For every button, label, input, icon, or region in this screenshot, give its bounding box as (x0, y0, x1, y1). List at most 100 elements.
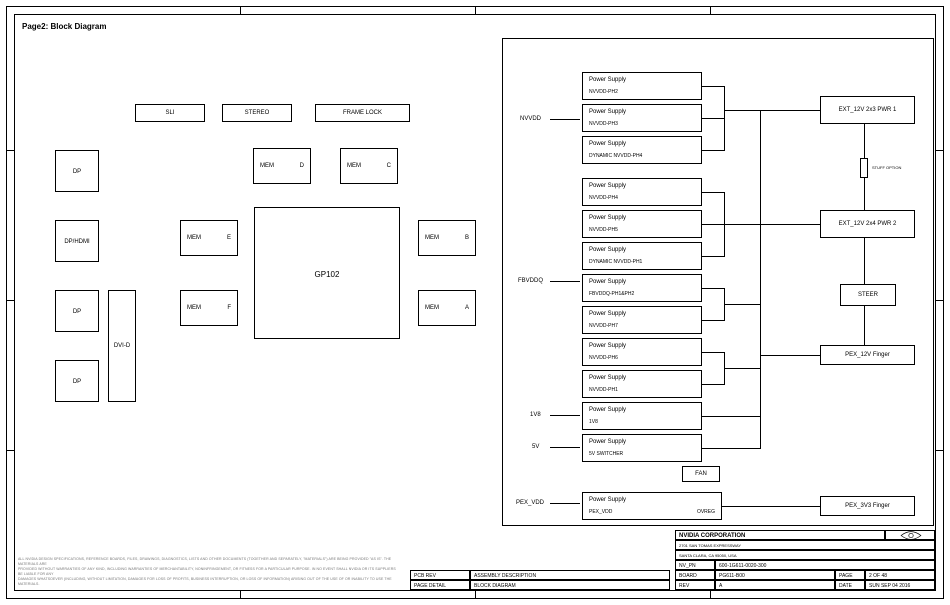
wire (702, 118, 724, 119)
ps-title: Power Supply (589, 497, 626, 503)
ext2-label: EXT_12V 2x4 PWR 2 (821, 221, 914, 227)
port-dp-3: DP (55, 360, 99, 402)
rail-pexvdd: PEX_VDD (516, 500, 544, 506)
ext1-label: EXT_12V 2x3 PWR 1 (821, 107, 914, 113)
mem-r: E (227, 235, 231, 241)
tb-addr: 2701 SAN TOMAS EXPRESSWAY (675, 540, 935, 550)
border-tick (6, 450, 14, 451)
ps-title: Power Supply (589, 141, 626, 147)
wire (702, 192, 724, 193)
mem-l: MEM (260, 163, 274, 169)
atb-asm-v: ASSEMBLY DESCRIPTION (470, 570, 670, 580)
ps-7: Power Supply NVVDD-PH7 (582, 306, 702, 334)
ps-sub: NVVDD-PH5 (589, 227, 618, 233)
block-label: FRAME LOCK (316, 110, 409, 116)
stuff-option-label: STUFF OPTION (872, 165, 901, 170)
port-label: DP (56, 309, 98, 315)
tb-pg-l: PAGE (835, 570, 865, 580)
steer-label: STEER (841, 292, 895, 298)
ps-sub: DYNAMIC NVVDD-PH4 (589, 153, 642, 159)
wire (724, 110, 784, 111)
rail-1v8: 1V8 (530, 412, 541, 418)
block-sli: SLI (135, 104, 205, 122)
ps-sub: NVVDD-PH7 (589, 323, 618, 329)
border-tick (475, 6, 476, 14)
rail-nvvdd: NVVDD (520, 116, 541, 122)
block-stereo: STEREO (222, 104, 292, 122)
mem-l: MEM (425, 305, 439, 311)
block-mem-c: MEM C (340, 148, 398, 184)
ps-title: Power Supply (589, 215, 626, 221)
tb-company: NVIDIA CORPORATION (675, 530, 885, 540)
tb-date-l: DATE (835, 580, 865, 590)
block-fan: FAN (682, 466, 720, 482)
block-mem-e: MEM E (180, 220, 238, 256)
ps-3: Power Supply NVVDD-PH4 (582, 178, 702, 206)
wire (864, 306, 865, 345)
mem-r: B (465, 235, 469, 241)
disclaimer-line: PROVIDED WITHOUT WARRANTIES OF ANY KIND,… (18, 567, 398, 577)
ps-title: Power Supply (589, 439, 626, 445)
ps-sub: FBVDDQ-PH1&PH2 (589, 291, 634, 297)
border-tick (6, 300, 14, 301)
ps-9: Power Supply NVVDD-PH1 (582, 370, 702, 398)
block-stuff-option (860, 158, 868, 178)
ps-title: Power Supply (589, 407, 626, 413)
mem-l: MEM (187, 305, 201, 311)
aux-title-block: PCB REV ASSEMBLY DESCRIPTION PAGE DETAIL… (410, 570, 670, 590)
tb-date-v: SUN SEP 04 2016 (865, 580, 935, 590)
nvidia-logo-icon (890, 530, 932, 540)
rail-tick (550, 447, 580, 448)
port-dp-hdmi: DP/HDMI (55, 220, 99, 262)
port-dp-0: DP (55, 150, 99, 192)
rail-tick (550, 119, 580, 120)
ps-sub: 1V8 (589, 419, 598, 425)
wire (702, 416, 760, 417)
port-label: DP (56, 169, 98, 175)
sheet: Page2: Block Diagram DP DP/HDMI DP DP DV… (0, 0, 950, 605)
pex12v-label: PEX_12V Finger (821, 352, 914, 358)
ps-title: Power Supply (589, 343, 626, 349)
wire (724, 224, 820, 225)
ps-title: Power Supply (589, 77, 626, 83)
mem-l: MEM (425, 235, 439, 241)
mem-r: F (227, 305, 231, 311)
page-title: Page2: Block Diagram (22, 22, 106, 31)
wire (784, 110, 820, 111)
tb-nvpn-v: 600-1G611-0020-300 (715, 560, 935, 570)
wire (702, 448, 760, 449)
port-label: DP (56, 379, 98, 385)
wire (864, 178, 865, 210)
wire (760, 385, 761, 449)
ps-12: Power Supply PEX_VDD OVREG (582, 492, 722, 520)
rail-tick (550, 503, 580, 504)
fan-label: FAN (683, 471, 719, 477)
wire (702, 224, 724, 225)
block-label: STEREO (223, 110, 291, 116)
ps-2: Power Supply DYNAMIC NVVDD-PH4 (582, 136, 702, 164)
ps-0: Power Supply NVVDD-PH2 (582, 72, 702, 100)
border-tick (240, 6, 241, 14)
disclaimer-line: DAMAGES WHATSOEVER (INCLUDING, WITHOUT L… (18, 577, 398, 587)
rail-tick (550, 281, 580, 282)
ps-title: Power Supply (589, 279, 626, 285)
border-tick (475, 591, 476, 599)
pex3v3-label: PEX_3V3 Finger (821, 503, 914, 509)
block-pex3v3: PEX_3V3 Finger (820, 496, 915, 516)
ps-sub: NVVDD-PH6 (589, 355, 618, 361)
ps-title: Power Supply (589, 311, 626, 317)
ps-sub: 5V SWITCHER (589, 451, 623, 457)
ps-sub: NVVDD-PH4 (589, 195, 618, 201)
wire (864, 124, 865, 158)
ps-sub: DYNAMIC NVVDD-PH1 (589, 259, 642, 265)
ps-1: Power Supply NVVDD-PH3 (582, 104, 702, 132)
rail-tick (550, 415, 580, 416)
block-mem-b: MEM B (418, 220, 476, 256)
ps-6: Power Supply FBVDDQ-PH1&PH2 (582, 274, 702, 302)
port-label: DP/HDMI (56, 239, 98, 245)
ps-sub: NVVDD-PH2 (589, 89, 618, 95)
ps-title: Power Supply (589, 247, 626, 253)
wire (760, 355, 820, 356)
mem-l: MEM (347, 163, 361, 169)
block-ext1: EXT_12V 2x3 PWR 1 (820, 96, 915, 124)
